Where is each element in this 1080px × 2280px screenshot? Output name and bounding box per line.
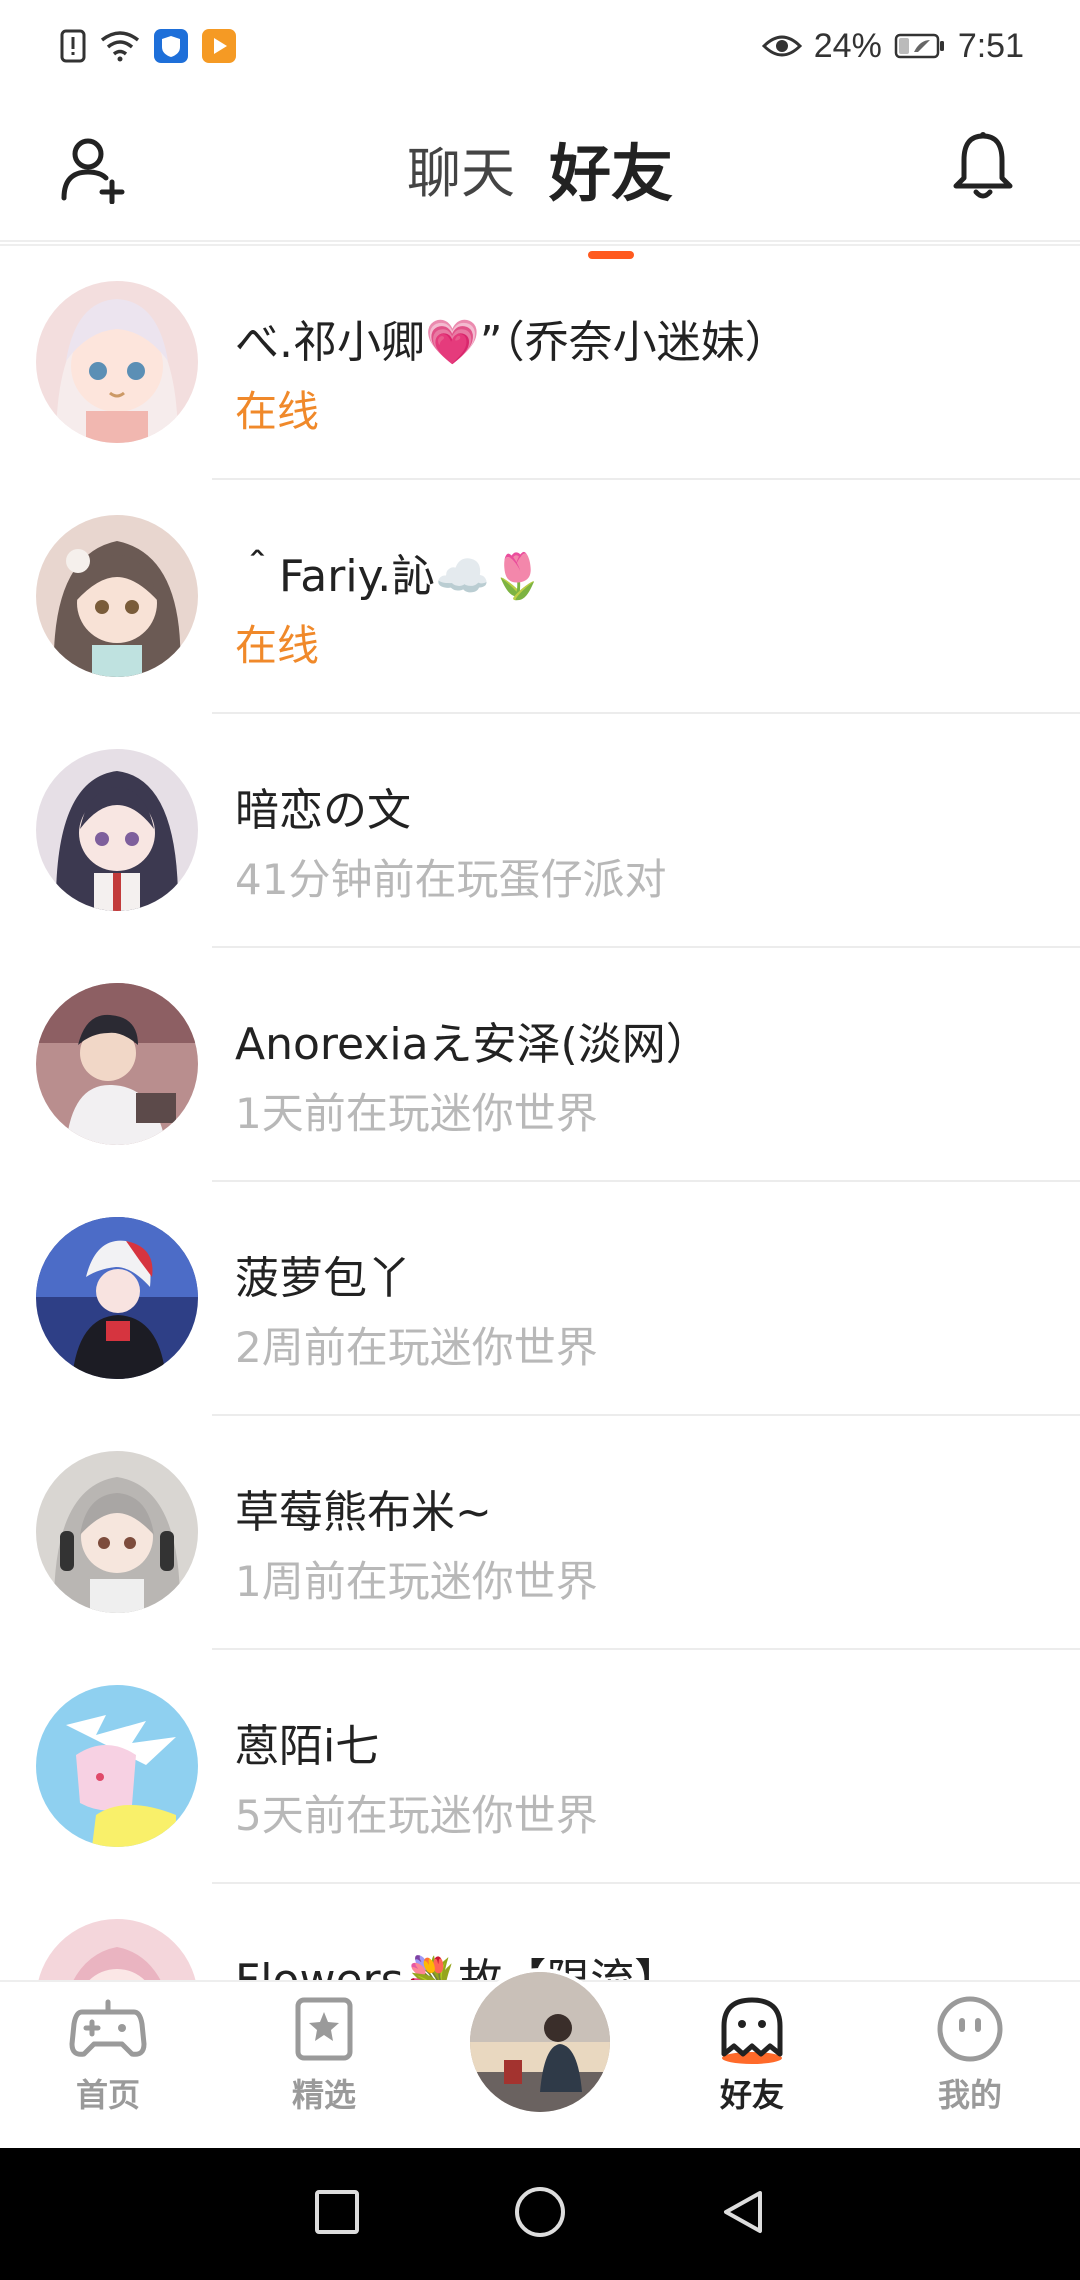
play-app-icon <box>202 29 236 63</box>
friend-name: Anorexiaえ安泽(淡网） <box>235 1019 710 1070</box>
friend-row[interactable]: 蒽陌i七 5天前在玩迷你世界 <box>0 1650 1080 1884</box>
eye-icon <box>761 32 802 60</box>
bottom-tab-me-label: 我的 <box>937 2076 1002 2114</box>
clock: 7:51 <box>957 26 1024 65</box>
tab-friends-label: 好友 <box>548 137 673 210</box>
battery-percent: 24% <box>813 26 882 65</box>
tab-friends[interactable]: 好友 <box>548 119 673 259</box>
bottom-tab-featured[interactable]: 精选 <box>254 1994 394 2116</box>
avatar[interactable] <box>36 983 198 1145</box>
ghost-icon <box>712 1994 792 2064</box>
friend-list: べ.祁小卿💗”（乔奈小迷妹） 在线 ＾Fariy.訫☁️🌷 在线 暗恋の文 41… <box>0 244 1080 1982</box>
friend-row[interactable]: ＾Fariy.訫☁️🌷 在线 <box>0 480 1080 714</box>
bottom-tab-friends[interactable]: 好友 <box>682 1994 822 2116</box>
top-tabs: 聊天 好友 <box>0 92 1080 259</box>
recents-button[interactable] <box>312 2187 362 2241</box>
center-avatar-button[interactable] <box>466 1968 614 2116</box>
friend-name: Flowers💐故【限流】 <box>235 1955 679 1982</box>
top-header: 聊天 好友 <box>0 92 1080 259</box>
friend-name: 暗恋の文 <box>235 785 411 836</box>
friend-row[interactable]: 暗恋の文 41分钟前在玩蛋仔派对 <box>0 714 1080 948</box>
friend-status: 5天前在玩迷你世界 <box>235 1791 598 1840</box>
avatar[interactable] <box>36 1685 198 1847</box>
friend-status: 在线 <box>235 387 320 436</box>
friend-name: ＾Fariy.訫☁️🌷 <box>235 551 545 602</box>
friend-status: 1天前在玩迷你世界 <box>235 1089 598 1138</box>
alert-icon <box>60 29 86 63</box>
friend-status: 2周前在玩迷你世界 <box>235 1323 598 1372</box>
face-icon <box>930 1994 1010 2064</box>
tab-chat[interactable]: 聊天 <box>407 125 515 208</box>
center-avatar <box>470 1972 610 2112</box>
friend-status: 在线 <box>235 621 320 670</box>
back-button[interactable] <box>718 2187 768 2241</box>
bottom-tab-me[interactable]: 我的 <box>900 1994 1040 2116</box>
friend-row[interactable]: 草莓熊布米~ 1周前在玩迷你世界 <box>0 1416 1080 1650</box>
avatar[interactable] <box>36 281 198 443</box>
friend-name: 蒽陌i七 <box>235 1721 380 1772</box>
bottom-tab-featured-label: 精选 <box>291 2076 356 2114</box>
shield-app-icon <box>154 29 188 63</box>
bottom-tab-home-label: 首页 <box>75 2076 140 2114</box>
bottom-tab-bar: 首页 精选 好友 我的 <box>0 1968 1080 2150</box>
avatar[interactable] <box>36 515 198 677</box>
bell-icon[interactable] <box>950 130 1016 202</box>
system-nav-bar <box>0 2148 1080 2280</box>
bottom-tab-friends-label: 好友 <box>719 2076 784 2114</box>
bottom-tab-home[interactable]: 首页 <box>38 1994 178 2116</box>
friend-status: 1周前在玩迷你世界 <box>235 1557 598 1606</box>
home-button[interactable] <box>512 2184 568 2244</box>
battery-icon <box>894 32 946 60</box>
avatar[interactable] <box>36 1919 198 1982</box>
friend-row[interactable]: 菠萝包丫 2周前在玩迷你世界 <box>0 1182 1080 1416</box>
star-card-icon <box>284 1994 364 2064</box>
status-bar: 24% 7:51 <box>0 0 1080 92</box>
add-friend-icon[interactable] <box>60 134 130 205</box>
avatar[interactable] <box>36 1451 198 1613</box>
friend-status: 41分钟前在玩蛋仔派对 <box>235 855 667 904</box>
avatar[interactable] <box>36 749 198 911</box>
friend-name: 菠萝包丫 <box>235 1253 411 1304</box>
friend-name: 草莓熊布米~ <box>235 1487 492 1538</box>
wifi-icon <box>100 30 140 62</box>
friend-name: べ.祁小卿💗”（乔奈小迷妹） <box>235 317 789 368</box>
friend-row[interactable]: Anorexiaえ安泽(淡网） 1天前在玩迷你世界 <box>0 948 1080 1182</box>
gamepad-icon <box>68 1994 148 2064</box>
friend-row[interactable]: べ.祁小卿💗”（乔奈小迷妹） 在线 <box>0 246 1080 480</box>
avatar[interactable] <box>36 1217 198 1379</box>
